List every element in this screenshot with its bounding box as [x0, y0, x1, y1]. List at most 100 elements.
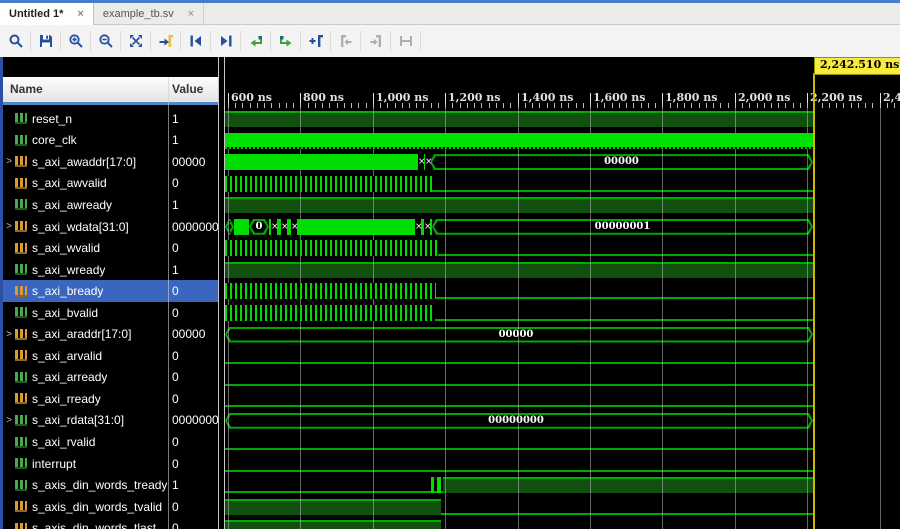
- wave-segment-low: [432, 190, 813, 192]
- toolbar-separator: [180, 31, 181, 51]
- name-value-column-divider[interactable]: [168, 77, 169, 529]
- vertical-gridline: [518, 108, 519, 529]
- signal-row-s-axi-arvalid[interactable]: s_axi_arvalid0: [0, 345, 218, 367]
- ruler-minor-tick: [612, 103, 613, 108]
- signal-row-reset-n[interactable]: reset_n1: [0, 108, 218, 130]
- signal-row-s-axis-din-words-tready[interactable]: s_axis_din_words_tready1: [0, 474, 218, 496]
- previous-transition-button[interactable]: [182, 28, 209, 54]
- ruler-minor-tick: [510, 103, 511, 108]
- wave-segment-pulse: [431, 477, 434, 493]
- ruler-minor-tick: [880, 103, 881, 108]
- wave-row-core-clk: [225, 130, 900, 152]
- add-marker-button[interactable]: [302, 28, 329, 54]
- vertical-gridline: [807, 108, 808, 529]
- signal-name: s_axi_bvalid: [32, 306, 98, 320]
- tab-untitled-1[interactable]: Untitled 1* ×: [0, 3, 94, 25]
- signal-row-s-axis-din-words-tlast[interactable]: s_axis_din_words_tlast0: [0, 517, 218, 529]
- signal-value: 00000000: [172, 410, 219, 432]
- ruler-minor-tick: [576, 103, 577, 108]
- signal-row-s-axi-araddr-17-0[interactable]: >s_axi_araddr[17:0]00000: [0, 324, 218, 346]
- ruler-minor-tick: [315, 103, 316, 108]
- signal-name: s_axis_din_words_tlast: [32, 521, 156, 529]
- wave-segment-low: [225, 470, 813, 472]
- signal-name: s_axi_rready: [32, 392, 101, 406]
- signal-row-s-axi-arready[interactable]: s_axi_arready0: [0, 367, 218, 389]
- expand-arrow-icon[interactable]: >: [3, 221, 15, 232]
- signal-row-s-axi-wdata-31-0[interactable]: >s_axi_wdata[31:0]00000001: [0, 216, 218, 238]
- toolbar-separator: [150, 31, 151, 51]
- expand-arrow-icon[interactable]: >: [3, 415, 15, 426]
- ruler-minor-tick: [742, 103, 743, 108]
- toolbar-separator: [120, 31, 121, 51]
- zoom-in-button[interactable]: [62, 28, 89, 54]
- wave-segment-bus: 0: [249, 219, 269, 235]
- signal-value: 00000: [172, 151, 205, 173]
- signal-row-s-axi-rvalid[interactable]: s_axi_rvalid0: [0, 431, 218, 453]
- signal-row-s-axi-awvalid[interactable]: s_axi_awvalid0: [0, 173, 218, 195]
- ruler-minor-tick: [633, 103, 634, 108]
- next-marker-icon: [368, 33, 384, 49]
- ruler-minor-tick: [771, 103, 772, 108]
- signal-name: interrupt: [32, 457, 76, 471]
- name-column-header: Name: [10, 82, 43, 96]
- signal-value: 0: [172, 388, 179, 410]
- signal-wave-icon: [15, 264, 27, 275]
- signal-wave-icon: [15, 307, 27, 318]
- signal-name: s_axis_din_words_tready: [32, 478, 167, 492]
- save-waveform-button[interactable]: [32, 28, 59, 54]
- wave-segment-stripes: [225, 283, 436, 299]
- signal-row-s-axi-bready[interactable]: s_axi_bready0: [0, 280, 218, 302]
- tab-close-icon[interactable]: ×: [77, 9, 83, 20]
- ruler-minor-tick: [699, 103, 700, 108]
- wave-segment-low: [436, 297, 813, 299]
- signal-row-s-axi-bvalid[interactable]: s_axi_bvalid0: [0, 302, 218, 324]
- previous-zoom-button[interactable]: [242, 28, 269, 54]
- next-zoom-button[interactable]: [272, 28, 299, 54]
- signal-row-s-axi-rready[interactable]: s_axi_rready 0: [0, 388, 218, 410]
- toolbar-separator: [270, 31, 271, 51]
- signal-value: 1: [172, 130, 179, 152]
- signal-value: 0: [172, 453, 179, 475]
- signal-row-s-axi-awaddr-17-0[interactable]: >s_axi_awaddr[17:0]00000: [0, 151, 218, 173]
- ruler-minor-tick: [626, 103, 627, 108]
- ruler-minor-tick: [728, 103, 729, 108]
- wave-segment-high: [225, 111, 813, 127]
- signal-row-s-axis-din-words-tvalid[interactable]: s_axis_din_words_tvalid0: [0, 496, 218, 518]
- time-cursor-line[interactable]: [813, 73, 815, 529]
- tabs-container: Untitled 1*×example_tb.sv×: [0, 3, 204, 25]
- ruler-minor-tick: [351, 103, 352, 108]
- ruler-minor-tick: [720, 103, 721, 108]
- ruler-minor-tick: [554, 103, 555, 108]
- waveform-canvas[interactable]: 600 ns800 ns1,000 ns1,200 ns1,400 ns1,60…: [225, 57, 900, 529]
- ruler-minor-tick: [655, 103, 656, 108]
- toolbar-separator: [390, 31, 391, 51]
- wave-segment-high: [225, 499, 441, 515]
- toolbar-separator: [420, 31, 421, 51]
- ruler-minor-tick: [423, 103, 424, 108]
- signal-row-s-axi-rdata-31-0[interactable]: >s_axi_rdata[31:0]00000000: [0, 410, 218, 432]
- ruler-minor-tick: [250, 103, 251, 108]
- ruler-minor-tick: [496, 103, 497, 108]
- ruler-minor-tick: [764, 103, 765, 108]
- signal-wave-icon: [15, 178, 27, 189]
- ruler-minor-tick: [539, 103, 540, 108]
- signal-row-s-axi-wready[interactable]: s_axi_wready1: [0, 259, 218, 281]
- next-transition-button[interactable]: [212, 28, 239, 54]
- ruler-minor-tick: [749, 103, 750, 108]
- ruler-minor-tick: [300, 103, 301, 108]
- zoom-to-cursor-button[interactable]: [152, 28, 179, 54]
- ruler-minor-tick: [286, 103, 287, 108]
- expand-arrow-icon[interactable]: >: [3, 329, 15, 340]
- tab-label: Untitled 1*: [9, 8, 63, 20]
- zoom-fit-button[interactable]: [122, 28, 149, 54]
- signal-row-s-axi-awready[interactable]: s_axi_awready1: [0, 194, 218, 216]
- ruler-minor-tick: [235, 103, 236, 108]
- tab-close-icon[interactable]: ×: [188, 9, 194, 20]
- find-button[interactable]: [2, 28, 29, 54]
- signal-row-core-clk[interactable]: core_clk1: [0, 130, 218, 152]
- signal-row-s-axi-wvalid[interactable]: s_axi_wvalid0: [0, 237, 218, 259]
- tab-example-tb-sv[interactable]: example_tb.sv×: [94, 3, 204, 25]
- expand-arrow-icon[interactable]: >: [3, 156, 15, 167]
- signal-row-interrupt[interactable]: interrupt 0: [0, 453, 218, 475]
- zoom-out-button[interactable]: [92, 28, 119, 54]
